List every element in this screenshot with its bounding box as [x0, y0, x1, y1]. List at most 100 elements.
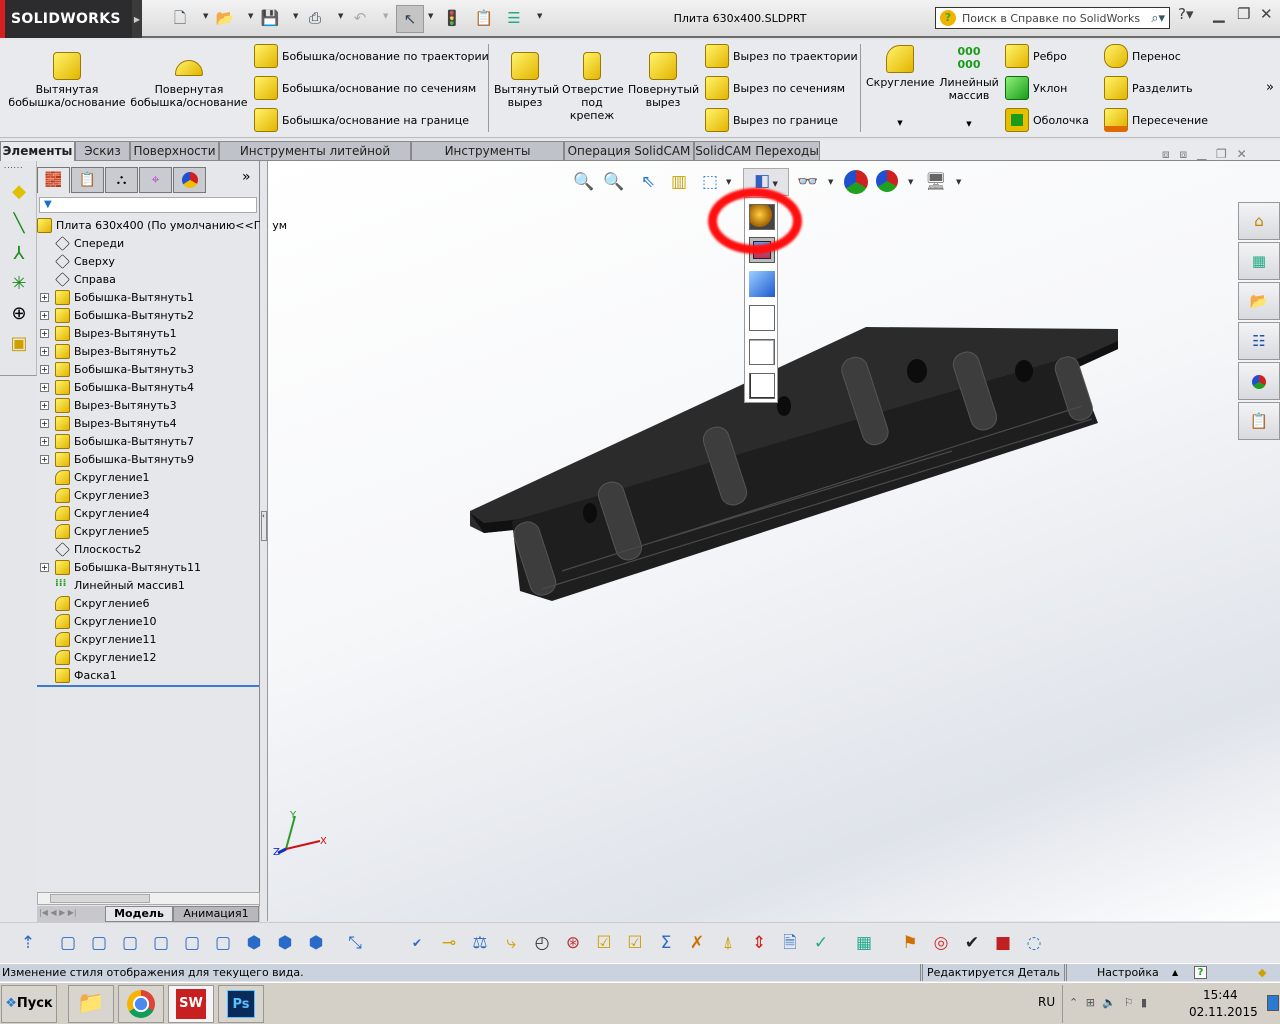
tree-item-cut[interactable]: + Вырез-Вытянуть4: [37, 414, 177, 432]
solidworks-resources-icon[interactable]: ⌂: [1238, 202, 1280, 240]
draft-analysis-icon[interactable]: ⍋: [716, 931, 740, 955]
boundary-boss-button[interactable]: Бобышка/основание на границе: [254, 107, 469, 133]
tab-animation[interactable]: Анимация1: [173, 906, 259, 922]
geometry-analysis-icon[interactable]: ✗: [685, 931, 709, 955]
tree-item-chamfer[interactable]: Фаска1: [37, 666, 117, 684]
panel-splitter[interactable]: ‹: [260, 161, 268, 921]
front-view-icon[interactable]: ▢: [56, 931, 80, 955]
clock-time[interactable]: 15:44: [1203, 988, 1238, 1002]
print-icon[interactable]: ⎙: [305, 8, 325, 28]
coordinate-system-icon[interactable]: ⅄: [8, 243, 30, 265]
custom-properties-icon[interactable]: 📋: [1238, 402, 1280, 440]
new-document-icon[interactable]: 🗋: [170, 8, 190, 28]
tree-item-cut[interactable]: + Вырез-Вытянуть1: [37, 324, 177, 342]
right-view-icon[interactable]: ▢: [149, 931, 173, 955]
expand-icon[interactable]: +: [40, 562, 49, 572]
toolbar-grip[interactable]: ······: [4, 164, 23, 172]
menu-expand-arrow[interactable]: ▶: [132, 0, 142, 38]
expand-icon[interactable]: +: [40, 382, 49, 392]
zebra-stripes-icon[interactable]: ⚑: [898, 931, 922, 955]
tree-item-fillet[interactable]: Скругление3: [37, 486, 150, 504]
curvature-icon[interactable]: ◎: [929, 931, 953, 955]
extruded-cut-button[interactable]: Вытянутый вырез: [494, 52, 559, 109]
solidworks-logo[interactable]: SOLIDWORKS: [0, 0, 132, 38]
tree-item-boss[interactable]: + Бобышка-Вытянуть3: [37, 360, 194, 378]
tab-mold-tools[interactable]: Инструменты литейной формы: [219, 141, 411, 176]
edit-appearance-icon[interactable]: [844, 170, 868, 194]
chevron-down-icon[interactable]: ▼: [248, 12, 253, 20]
chrome-taskbar-icon[interactable]: [118, 985, 164, 1023]
revolved-cut-button[interactable]: Повернутый вырез: [628, 52, 699, 109]
shell-button[interactable]: Оболочка: [1005, 107, 1089, 133]
tree-item-fillet[interactable]: Скругление10: [37, 612, 157, 630]
extruded-boss-button[interactable]: Вытянутая бобышка/основание: [8, 52, 126, 109]
trimetric-icon[interactable]: ⬢: [273, 931, 297, 955]
explorer-taskbar-icon[interactable]: 📁: [68, 985, 114, 1023]
back-view-icon[interactable]: ▢: [87, 931, 111, 955]
tree-item-fillet[interactable]: Скругление12: [37, 648, 157, 666]
point-icon[interactable]: ✳: [8, 273, 30, 295]
tile-left-icon[interactable]: ⧈: [1162, 147, 1170, 161]
wireframe-icon[interactable]: [749, 373, 775, 399]
show-desktop-button[interactable]: [1267, 995, 1279, 1011]
expand-icon[interactable]: +: [40, 418, 49, 428]
dimxpert-icon[interactable]: ⌖: [139, 167, 172, 193]
swept-cut-button[interactable]: Вырез по траектории: [705, 43, 858, 69]
minimize-icon[interactable]: ▁: [1197, 147, 1206, 161]
appearances-icon[interactable]: [1238, 362, 1280, 400]
options-icon[interactable]: ☰: [504, 8, 524, 28]
undo-icon[interactable]: ↶: [350, 8, 370, 28]
expand-icon[interactable]: +: [40, 454, 49, 464]
expand-icon[interactable]: +: [40, 346, 49, 356]
tree-item-boss[interactable]: + Бобышка-Вытянуть4: [37, 378, 194, 396]
ribbon-more-icon[interactable]: »: [1266, 80, 1274, 95]
tree-item-fillet[interactable]: Скругление4: [37, 504, 150, 522]
tree-item-fillet[interactable]: Скругление1: [37, 468, 150, 486]
solidworks-taskbar-icon[interactable]: SW: [168, 985, 214, 1023]
check-box-icon[interactable]: ☑: [592, 931, 616, 955]
tree-item-boss[interactable]: + Бобышка-Вытянуть2: [37, 306, 194, 324]
tree-item-boss[interactable]: + Бобышка-Вытянуть7: [37, 432, 194, 450]
chevron-down-icon[interactable]: ▼: [203, 12, 208, 20]
tree-item-plane[interactable]: Справа: [37, 270, 116, 288]
tree-item-boss[interactable]: + Бобышка-Вытянуть1: [37, 288, 194, 306]
equations-icon[interactable]: Σ: [654, 931, 678, 955]
mass-properties-icon[interactable]: ⚖: [468, 931, 492, 955]
view-palette-icon[interactable]: ☷: [1238, 322, 1280, 360]
chevron-down-icon[interactable]: ▼: [828, 178, 833, 186]
tree-item-fillet[interactable]: Скругление6: [37, 594, 150, 612]
split-button[interactable]: Разделить: [1104, 75, 1193, 101]
close-icon[interactable]: ✕: [1237, 147, 1247, 161]
check-entity-icon[interactable]: ☑: [623, 931, 647, 955]
property-manager-icon[interactable]: 📋: [71, 167, 104, 193]
zoom-to-area-icon[interactable]: 🔍: [602, 170, 626, 194]
tree-item-boss[interactable]: + Бобышка-Вытянуть11: [37, 558, 201, 576]
feature-manager-icon[interactable]: 🧱: [37, 167, 70, 193]
compare-documents-icon[interactable]: 🗎: [778, 931, 802, 955]
tab-sketch[interactable]: Эскиз: [75, 141, 130, 161]
tray-icons[interactable]: ⌃ ⊞ 🔈 ⚐ ▮: [1069, 996, 1147, 1009]
start-button[interactable]: ❖Пуск: [1, 985, 57, 1023]
fillet-button[interactable]: Скругление ▼: [866, 45, 935, 130]
lofted-boss-button[interactable]: Бобышка/основание по сечениям: [254, 75, 476, 101]
tab-scroll-arrows[interactable]: |◀ ◀ ▶ ▶|: [39, 908, 77, 917]
normal-to-icon[interactable]: ⇡: [16, 931, 40, 955]
tree-item-plane[interactable]: Плоскость2: [37, 540, 141, 558]
language-indicator[interactable]: RU: [1038, 995, 1055, 1009]
zoom-to-fit-icon[interactable]: 🔍: [572, 170, 596, 194]
intersect-button[interactable]: Пересечение: [1104, 107, 1208, 133]
search-icon[interactable]: ⌕▾: [1151, 11, 1165, 26]
tree-item-pattern[interactable]: ⁞⁞⁞ Линейный массив1: [37, 576, 185, 594]
top-view-icon[interactable]: ▢: [180, 931, 204, 955]
help-icon[interactable]: ?: [1194, 966, 1207, 979]
file-properties-icon[interactable]: 📋: [474, 8, 494, 28]
symmetry-check-icon[interactable]: ■: [991, 931, 1015, 955]
lofted-cut-button[interactable]: Вырез по сечениям: [705, 75, 845, 101]
design-table-icon[interactable]: ▦: [852, 931, 876, 955]
revolved-boss-button[interactable]: Повернутая бобышка/основание: [130, 52, 248, 109]
save-icon[interactable]: 💾: [260, 8, 280, 28]
minimize-icon[interactable]: ▁: [1213, 5, 1225, 23]
check-icon[interactable]: ⊛: [561, 931, 585, 955]
tree-root[interactable]: Плита 630x400 (По умолчанию<<По ум: [37, 216, 287, 234]
center-of-mass-icon[interactable]: ⊕: [8, 303, 30, 325]
